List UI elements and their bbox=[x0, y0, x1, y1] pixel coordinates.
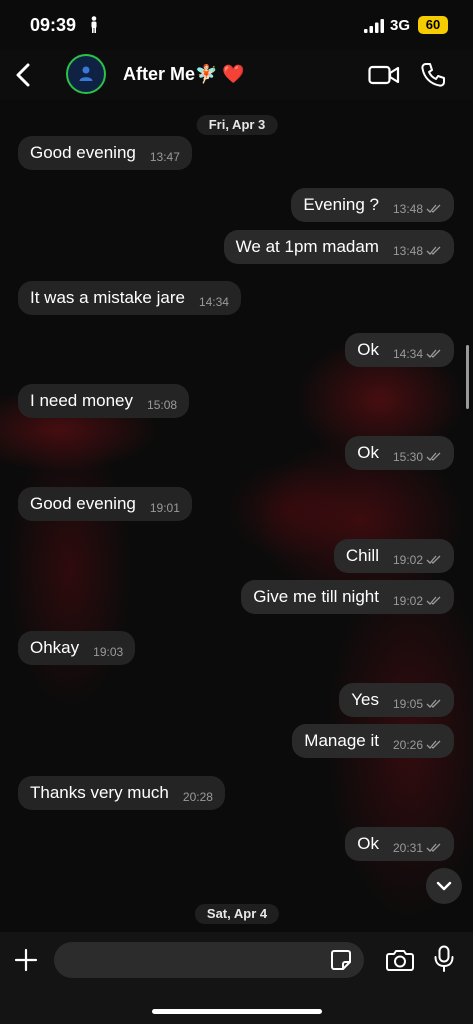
message-time: 13:48 bbox=[392, 244, 423, 258]
video-call-icon[interactable] bbox=[368, 64, 400, 86]
contact-avatar[interactable] bbox=[66, 54, 106, 94]
message-time: 20:28 bbox=[182, 790, 213, 804]
outgoing-message[interactable]: Ok 20:31 bbox=[345, 827, 454, 861]
message-input[interactable] bbox=[54, 942, 364, 978]
microphone-icon[interactable] bbox=[433, 945, 455, 973]
incoming-message[interactable]: I need money 15:08 bbox=[18, 384, 190, 418]
message-text: Thanks very much bbox=[30, 783, 169, 802]
read-ticks-icon bbox=[426, 699, 441, 708]
message-text: Evening ? bbox=[303, 195, 379, 214]
message-time: 13:47 bbox=[149, 150, 180, 164]
message-text: Manage it bbox=[304, 731, 379, 750]
message-text: Give me till night bbox=[253, 587, 379, 606]
message-time: 15:08 bbox=[147, 398, 178, 412]
sticker-icon[interactable] bbox=[330, 949, 352, 971]
read-ticks-icon bbox=[426, 452, 441, 461]
outgoing-message[interactable]: We at 1pm madam 13:48 bbox=[223, 230, 454, 264]
scroll-to-bottom-button[interactable] bbox=[426, 868, 462, 904]
message-text: It was a mistake jare bbox=[30, 288, 185, 307]
message-text: Good evening bbox=[30, 494, 136, 513]
outgoing-message[interactable]: Manage it 20:26 bbox=[292, 724, 454, 758]
scrollbar[interactable] bbox=[466, 345, 469, 409]
outgoing-message[interactable]: Give me till night 19:02 bbox=[241, 580, 454, 614]
composer-bar bbox=[0, 932, 473, 1024]
message-text: Ok bbox=[357, 834, 379, 853]
plus-icon[interactable] bbox=[14, 948, 38, 972]
message-time: 14:34 bbox=[198, 295, 229, 309]
outgoing-message[interactable]: Ok 15:30 bbox=[345, 436, 454, 470]
message-time: 13:48 bbox=[392, 202, 423, 216]
read-ticks-icon bbox=[426, 204, 441, 213]
message-time: 19:05 bbox=[392, 697, 423, 711]
read-ticks-icon bbox=[426, 740, 441, 749]
message-text: Ohkay bbox=[30, 638, 80, 657]
message-time: 14:34 bbox=[392, 347, 423, 361]
date-separator: Sat, Apr 4 bbox=[194, 904, 280, 924]
signal-bars-icon bbox=[364, 19, 384, 33]
chat-header: After Me🧚🏻 ❤️ bbox=[0, 50, 473, 100]
message-text: I need money bbox=[30, 391, 134, 410]
status-bar: 09:39 3G 60 bbox=[0, 0, 473, 50]
message-time: 19:01 bbox=[149, 501, 180, 515]
chevron-down-icon bbox=[436, 881, 452, 891]
outgoing-message[interactable]: Evening ? 13:48 bbox=[291, 188, 454, 222]
home-indicator bbox=[152, 1009, 322, 1014]
status-time: 09:39 bbox=[30, 15, 77, 35]
message-text: Yes bbox=[351, 690, 379, 709]
incoming-message[interactable]: Good evening 19:01 bbox=[18, 487, 192, 521]
network-type: 3G bbox=[390, 17, 411, 34]
phone-call-icon[interactable] bbox=[420, 62, 446, 88]
message-time: 20:31 bbox=[392, 841, 423, 855]
date-separator: Fri, Apr 3 bbox=[196, 115, 278, 135]
message-time: 19:03 bbox=[93, 645, 124, 659]
read-ticks-icon bbox=[426, 843, 441, 852]
incoming-message[interactable]: Good evening 13:47 bbox=[18, 136, 192, 170]
battery-level: 60 bbox=[418, 16, 448, 34]
message-text: We at 1pm madam bbox=[235, 237, 379, 256]
message-text: Chill bbox=[345, 546, 379, 565]
message-time: 19:02 bbox=[392, 594, 423, 608]
message-text: Good evening bbox=[30, 143, 136, 162]
outgoing-message[interactable]: Chill 19:02 bbox=[333, 539, 454, 573]
outgoing-message[interactable]: Yes 19:05 bbox=[339, 683, 454, 717]
read-ticks-icon bbox=[426, 555, 441, 564]
message-time: 20:26 bbox=[392, 738, 423, 752]
read-ticks-icon bbox=[426, 246, 441, 255]
message-text: Ok bbox=[357, 443, 379, 462]
person-walking-icon bbox=[91, 16, 97, 33]
incoming-message[interactable]: Ohkay 19:03 bbox=[18, 631, 136, 665]
message-time: 19:02 bbox=[392, 553, 423, 567]
read-ticks-icon bbox=[426, 349, 441, 358]
message-list[interactable]: Fri, Apr 3 Good evening 13:47 Evening ? … bbox=[0, 100, 473, 930]
message-time: 15:30 bbox=[392, 450, 423, 464]
camera-icon[interactable] bbox=[386, 948, 414, 972]
contact-name[interactable]: After Me🧚🏻 ❤️ bbox=[123, 64, 245, 85]
default-user-icon bbox=[79, 66, 93, 81]
back-chevron-icon[interactable] bbox=[12, 62, 36, 88]
read-ticks-icon bbox=[426, 596, 441, 605]
message-text: Ok bbox=[357, 340, 379, 359]
outgoing-message[interactable]: Ok 14:34 bbox=[345, 333, 454, 367]
incoming-message[interactable]: Thanks very much 20:28 bbox=[18, 776, 225, 810]
incoming-message[interactable]: It was a mistake jare 14:34 bbox=[18, 281, 241, 315]
